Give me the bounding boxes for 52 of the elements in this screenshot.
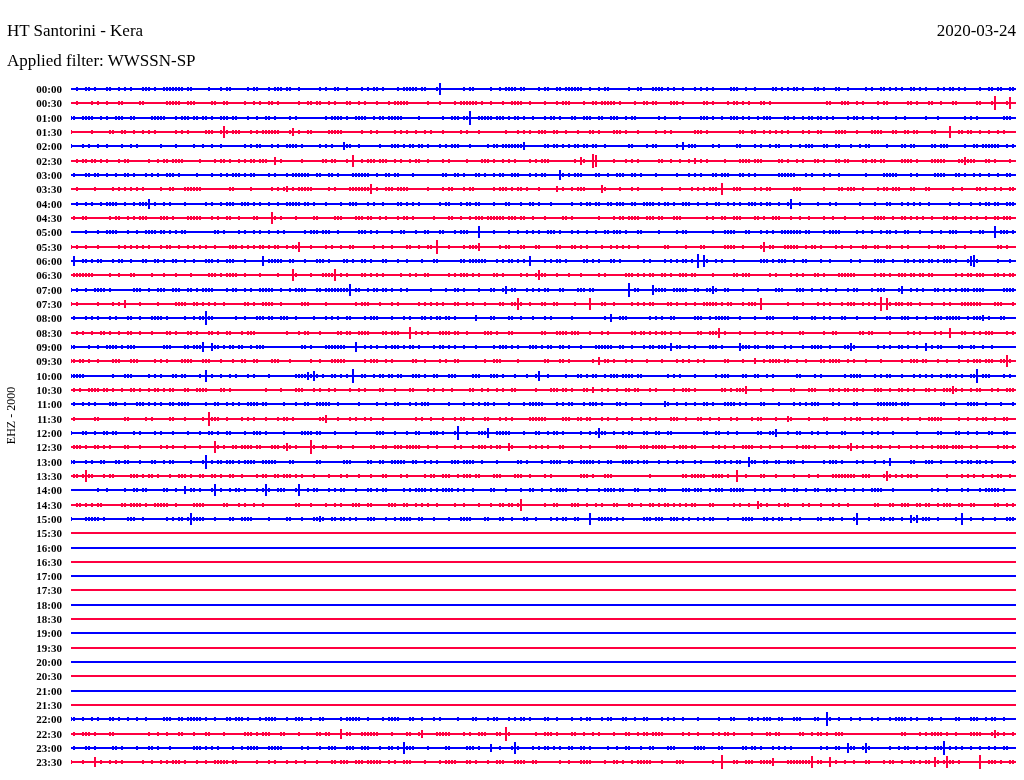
- time-label: 18:00: [35, 598, 62, 611]
- time-label: 04:30: [35, 211, 62, 224]
- channel-axis-label: EHZ - 2000: [4, 387, 20, 445]
- time-label: 17:00: [35, 570, 62, 583]
- time-label: 07:30: [35, 297, 62, 310]
- time-label: 03:00: [35, 168, 62, 181]
- time-label: 15:30: [35, 527, 62, 540]
- time-label: 21:00: [35, 684, 62, 697]
- time-label: 09:00: [35, 340, 62, 353]
- time-label: 23:30: [35, 756, 62, 769]
- time-label: 02:00: [35, 140, 62, 153]
- time-label: 00:30: [35, 97, 62, 110]
- time-label: 06:30: [35, 269, 62, 282]
- time-label: 11:00: [35, 398, 62, 411]
- time-label: 05:30: [35, 240, 62, 253]
- time-label: 22:00: [35, 713, 62, 726]
- time-label: 08:30: [35, 326, 62, 339]
- filter-label: Applied filter: WWSSN-SP: [6, 50, 197, 72]
- time-label: 13:30: [35, 469, 62, 482]
- time-label: 14:30: [35, 498, 62, 511]
- time-label: 09:30: [35, 355, 62, 368]
- time-label: 07:00: [35, 283, 62, 296]
- time-label: 22:30: [35, 727, 62, 740]
- time-label: 08:00: [35, 312, 62, 325]
- time-label: 20:00: [35, 656, 62, 669]
- time-label: 05:00: [35, 226, 62, 239]
- date-label: 2020-03-24: [936, 21, 1016, 42]
- time-label: 16:00: [35, 541, 62, 554]
- time-label: 11:30: [35, 412, 62, 425]
- time-label: 12:00: [35, 426, 62, 439]
- time-label: 03:30: [35, 183, 62, 196]
- time-label: 18:30: [35, 613, 62, 626]
- time-label: 10:30: [35, 383, 62, 396]
- time-label: 01:00: [35, 111, 62, 124]
- time-label: 10:00: [35, 369, 62, 382]
- time-label: 20:30: [35, 670, 62, 683]
- time-label: 00:00: [35, 83, 62, 95]
- time-label: 21:30: [35, 699, 62, 712]
- station-title: HT Santorini - Kera: [7, 21, 144, 42]
- time-label: 06:00: [35, 254, 62, 267]
- time-label: 19:00: [35, 627, 62, 640]
- time-label: 19:30: [35, 641, 62, 654]
- time-label: 04:00: [35, 197, 62, 210]
- time-label: 02:30: [35, 154, 62, 167]
- time-label: 01:30: [35, 126, 62, 138]
- time-label: 13:00: [35, 455, 62, 468]
- time-label: 15:00: [35, 512, 62, 525]
- time-label: 17:30: [35, 584, 62, 597]
- time-label: 16:30: [35, 555, 62, 568]
- time-label: 23:00: [35, 742, 62, 755]
- time-label: 12:30: [35, 441, 62, 454]
- time-label: 14:00: [35, 484, 62, 497]
